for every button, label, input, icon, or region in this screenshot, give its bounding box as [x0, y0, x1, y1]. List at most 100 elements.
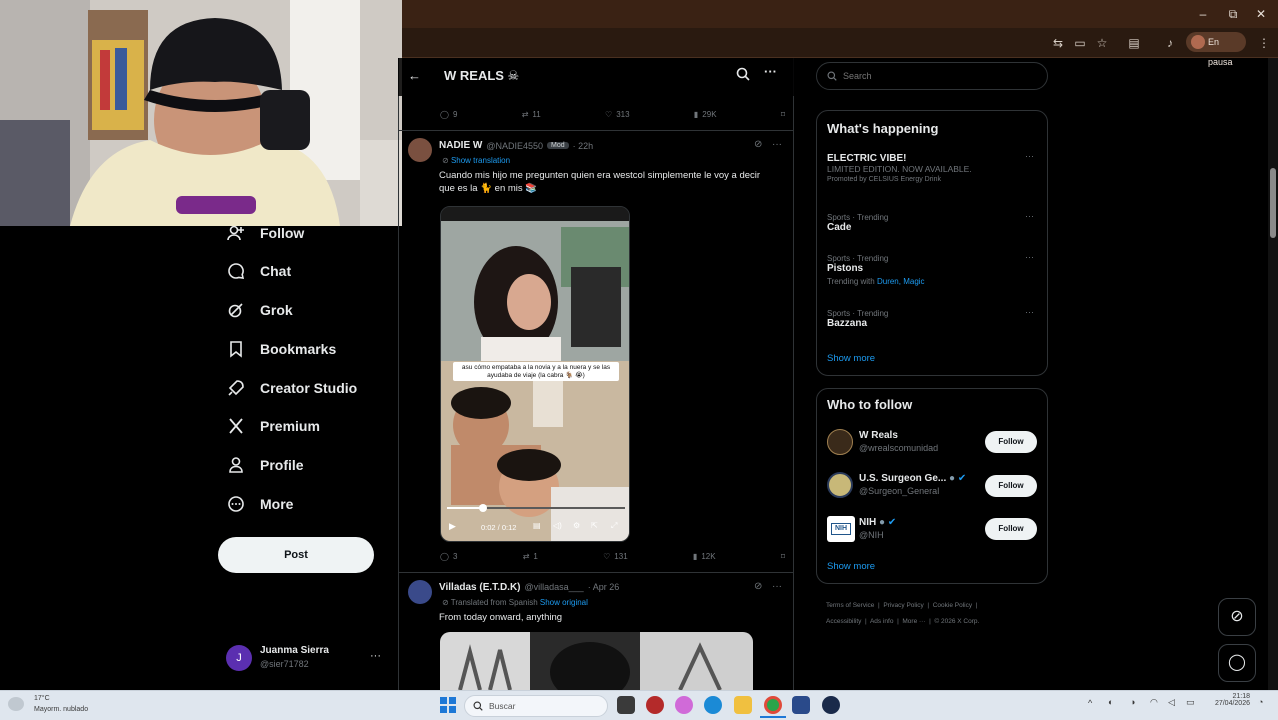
views-button[interactable]: ▮ 12K [693, 552, 716, 561]
notifications-icon[interactable]: ◔ [1258, 697, 1263, 707]
follow-button[interactable]: Follow [985, 475, 1037, 497]
grok-icon[interactable]: ⊘ [754, 581, 762, 592]
volume-icon[interactable]: ◁ [1168, 697, 1175, 708]
nav-item-follow[interactable]: Follow [226, 218, 304, 248]
messages-float-button[interactable]: ◯ [1218, 644, 1256, 682]
search-input[interactable] [843, 71, 1033, 81]
follow-button[interactable]: Follow [985, 431, 1037, 453]
copilot-icon[interactable] [675, 696, 693, 714]
tweet-time[interactable]: · 22h [573, 141, 594, 151]
restore-button[interactable]: ⧉ [1224, 6, 1242, 22]
like-button[interactable]: ♡ 313 [605, 110, 630, 119]
close-button[interactable]: ✕ [1252, 6, 1270, 22]
bookmark-button[interactable]: ⌑ [781, 110, 785, 119]
back-arrow-icon[interactable]: ← [408, 68, 421, 83]
cast-icon[interactable]: ▭ [1072, 35, 1088, 51]
follow-avatar[interactable]: NIH [827, 516, 855, 542]
bookmark-button[interactable]: ⌑ [781, 552, 785, 561]
scrollbar-thumb[interactable] [1270, 168, 1276, 238]
tray-chevron-icon[interactable]: ^ [1088, 698, 1092, 708]
repost-button[interactable]: ⇄ 11 [522, 110, 541, 119]
captions-icon[interactable]: ▤ [533, 521, 541, 530]
search-icon[interactable] [736, 67, 750, 81]
trend-item[interactable]: Sports · Trending Cade [827, 213, 1039, 233]
scrollbar[interactable] [1268, 58, 1278, 690]
translate-icon[interactable]: ⇆ [1050, 35, 1066, 51]
tray-app-icon[interactable]: ◐ [1108, 697, 1113, 707]
star-icon[interactable]: ☆ [1094, 35, 1110, 51]
show-original-link[interactable]: Show original [540, 598, 588, 607]
footer-link[interactable]: Privacy Policy [883, 602, 923, 609]
media-icon[interactable]: ♪ [1162, 35, 1178, 51]
footer-link[interactable]: Cookie Policy [933, 602, 972, 609]
file-explorer-icon[interactable] [734, 696, 752, 714]
follow-suggestion[interactable]: NIH ● ✔ @NIH [859, 517, 896, 540]
reply-button[interactable]: ◯ 9 [440, 110, 457, 119]
follow-avatar[interactable] [827, 429, 853, 455]
author-name[interactable]: NADIE W [439, 140, 482, 151]
task-view-icon[interactable] [617, 696, 635, 714]
views-button[interactable]: ▮ 29K [694, 110, 717, 119]
footer-link[interactable]: Accessibility [826, 618, 861, 625]
play-icon[interactable]: ▶ [449, 521, 456, 532]
trending-with-links[interactable]: Duren, Magic [877, 277, 925, 286]
author-name[interactable]: Villadas (E.T.D.K) [439, 582, 521, 593]
post-button[interactable]: Post [218, 537, 374, 573]
grok-float-button[interactable]: ⊘ [1218, 598, 1256, 636]
show-more-link[interactable]: Show more [827, 353, 875, 364]
grok-icon[interactable]: ⊘ [754, 139, 762, 150]
kebab-menu-icon[interactable]: ⋮ [1256, 35, 1272, 51]
author-handle[interactable]: @NADIE4550 [486, 141, 543, 151]
nav-item-creator-studio[interactable]: Creator Studio [226, 373, 357, 403]
follow-button[interactable]: Follow [985, 518, 1037, 540]
account-avatar[interactable]: J [226, 645, 252, 671]
nav-item-more[interactable]: More [226, 489, 293, 519]
reply-button[interactable]: ◯ 3 [440, 552, 457, 561]
chrome-icon[interactable] [764, 696, 782, 714]
steam-icon[interactable] [822, 696, 840, 714]
nav-item-premium[interactable]: Premium [226, 411, 320, 441]
popout-icon[interactable]: ⇱ [591, 521, 598, 530]
show-translation-link[interactable]: ⊘ Show translation [442, 156, 510, 165]
tweet-video[interactable]: asu cómo empataba a la novia y a la nuer… [440, 206, 630, 542]
minimize-button[interactable]: – [1194, 6, 1212, 22]
follow-avatar[interactable] [827, 472, 853, 498]
volume-icon[interactable]: ◁) [553, 521, 562, 530]
tray-app-icon[interactable]: ◑ [1130, 697, 1135, 707]
more-options-icon[interactable]: ··· [764, 64, 777, 79]
nav-item-profile[interactable]: Profile [226, 450, 304, 480]
battery-icon[interactable]: ▭ [1186, 697, 1195, 708]
tweet-avatar[interactable] [408, 580, 432, 604]
trend-item[interactable]: Sports · Trending Pistons Trending with … [827, 254, 1039, 286]
tray-clock[interactable]: 21:18 27/04/2026 [1206, 693, 1250, 707]
nav-item-bookmarks[interactable]: Bookmarks [226, 334, 336, 364]
trend-more-icon[interactable]: ··· [1025, 211, 1034, 221]
tweet-more-icon[interactable]: ··· [772, 139, 782, 150]
settings-gear-icon[interactable]: ⚙ [573, 521, 580, 530]
footer-link[interactable]: More ··· [902, 618, 925, 625]
repost-button[interactable]: ⇄ 1 [523, 552, 538, 561]
tweet-avatar[interactable] [408, 138, 432, 162]
account-more-icon[interactable]: ··· [370, 650, 381, 662]
footer-link[interactable]: Ads info [870, 618, 894, 625]
tweet-more-icon[interactable]: ··· [772, 581, 782, 592]
like-button[interactable]: ♡ 131 [603, 552, 628, 561]
search-bar[interactable] [816, 62, 1048, 90]
tweet-image[interactable] [440, 632, 753, 690]
windows-start-icon[interactable] [440, 697, 456, 713]
fullscreen-icon[interactable]: ⤢ [611, 521, 617, 531]
app-icon[interactable] [646, 696, 664, 714]
nav-item-grok[interactable]: Grok [226, 295, 293, 325]
footer-link[interactable]: Terms of Service [826, 602, 874, 609]
taskbar-search[interactable]: Buscar [464, 695, 608, 717]
show-more-link[interactable]: Show more [827, 561, 875, 572]
trend-more-icon[interactable]: ··· [1025, 151, 1034, 161]
trend-item[interactable]: ELECTRIC VIBE! LIMITED EDITION. NOW AVAI… [827, 153, 1039, 183]
sidepanel-icon[interactable]: ▤ [1126, 35, 1142, 51]
wifi-icon[interactable]: ◠ [1150, 697, 1158, 708]
trend-more-icon[interactable]: ··· [1025, 307, 1034, 317]
author-handle[interactable]: @villadasa___ [525, 582, 584, 593]
store-icon[interactable] [792, 696, 810, 714]
nav-item-chat[interactable]: Chat [226, 256, 291, 286]
follow-suggestion[interactable]: U.S. Surgeon Ge... ● ✔ @Surgeon_General [859, 473, 966, 496]
